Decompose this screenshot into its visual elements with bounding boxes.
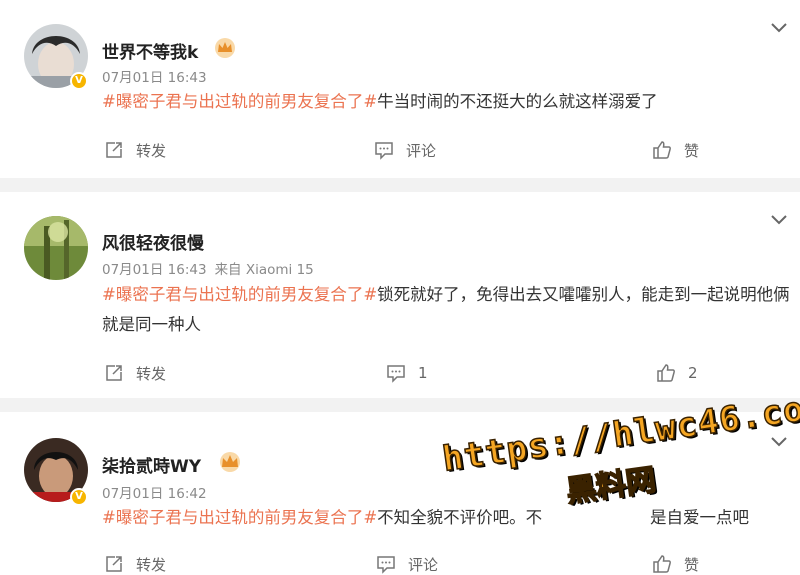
username[interactable]: 世界不等我k bbox=[102, 38, 198, 63]
comment-icon bbox=[375, 142, 393, 160]
comment-icon bbox=[377, 556, 395, 574]
action-bar: 转发 评论 赞 bbox=[0, 549, 800, 575]
comment-button[interactable]: 1 bbox=[386, 358, 428, 388]
repost-button[interactable]: 转发 bbox=[104, 135, 166, 165]
hashtag-link[interactable]: #曝密子君与出过轨的前男友复合了# bbox=[102, 92, 377, 111]
username[interactable]: 风很轻夜很慢 bbox=[102, 229, 204, 254]
repost-label: 转发 bbox=[136, 141, 167, 160]
comment-count: 1 bbox=[418, 364, 428, 382]
repost-icon bbox=[106, 365, 122, 381]
repost-icon bbox=[106, 556, 122, 572]
like-label: 赞 bbox=[684, 555, 700, 574]
post-1: V 世界不等我k 07月01日 16:43 #曝密子君与出过轨的前男友复合了#牛… bbox=[0, 0, 800, 178]
post-time: 07月01日 16:42 bbox=[102, 486, 207, 502]
repost-icon bbox=[106, 142, 122, 158]
repost-label: 转发 bbox=[136, 555, 167, 574]
avatar[interactable] bbox=[24, 216, 88, 280]
verified-badge-icon: V bbox=[70, 488, 88, 506]
thumbs-up-icon bbox=[653, 555, 671, 573]
hashtag-link[interactable]: #曝密子君与出过轨的前男友复合了# bbox=[102, 508, 377, 527]
crown-icon bbox=[220, 452, 240, 472]
action-bar: 转发 评论 赞 bbox=[0, 135, 800, 165]
comment-label: 评论 bbox=[406, 141, 437, 160]
thumbs-up-icon bbox=[657, 364, 675, 382]
repost-label: 转发 bbox=[136, 364, 167, 383]
like-button[interactable]: 2 bbox=[656, 358, 698, 388]
comment-icon bbox=[387, 365, 405, 383]
chevron-down-icon[interactable] bbox=[770, 22, 788, 34]
repost-button[interactable]: 转发 bbox=[104, 358, 166, 388]
username[interactable]: 柒拾贰時WY bbox=[102, 452, 201, 477]
like-button[interactable]: 赞 bbox=[652, 135, 699, 165]
like-button[interactable]: 赞 bbox=[652, 549, 699, 575]
crown-icon bbox=[215, 38, 235, 58]
post-source: 来自 Xiaomi 15 bbox=[214, 262, 314, 278]
hashtag-link[interactable]: #曝密子君与出过轨的前男友复合了# bbox=[102, 285, 377, 304]
post-meta: 07月01日 16:42 bbox=[102, 482, 207, 502]
post-text: 牛当时闹的不还挺大的么就这样溺爱了 bbox=[377, 92, 658, 111]
like-count: 2 bbox=[688, 364, 698, 382]
comment-button[interactable]: 评论 bbox=[376, 549, 438, 575]
repost-button[interactable]: 转发 bbox=[104, 549, 166, 575]
post-2: 风很轻夜很慢 07月01日 16:43 来自 Xiaomi 15 #曝密子君与出过… bbox=[0, 192, 800, 398]
thumbs-up-icon bbox=[653, 141, 671, 159]
comment-label: 评论 bbox=[408, 555, 439, 574]
watermark-label: 黑料网 bbox=[563, 462, 659, 511]
post-time: 07月01日 16:43 bbox=[102, 70, 207, 86]
action-bar: 转发 1 2 bbox=[0, 358, 800, 388]
post-meta: 07月01日 16:43 bbox=[102, 66, 207, 86]
post-time: 07月01日 16:43 bbox=[102, 262, 207, 278]
separator bbox=[0, 178, 800, 192]
post-body: #曝密子君与出过轨的前男友复合了#锁死就好了，免得出去又嚯嚯别人，能走到一起说明… bbox=[102, 280, 790, 340]
like-label: 赞 bbox=[684, 141, 700, 160]
post-body: #曝密子君与出过轨的前男友复合了#牛当时闹的不还挺大的么就这样溺爱了 bbox=[102, 87, 786, 117]
chevron-down-icon[interactable] bbox=[770, 214, 788, 226]
comment-button[interactable]: 评论 bbox=[374, 135, 436, 165]
post-meta: 07月01日 16:43 来自 Xiaomi 15 bbox=[102, 258, 314, 278]
verified-badge-icon: V bbox=[70, 72, 88, 90]
